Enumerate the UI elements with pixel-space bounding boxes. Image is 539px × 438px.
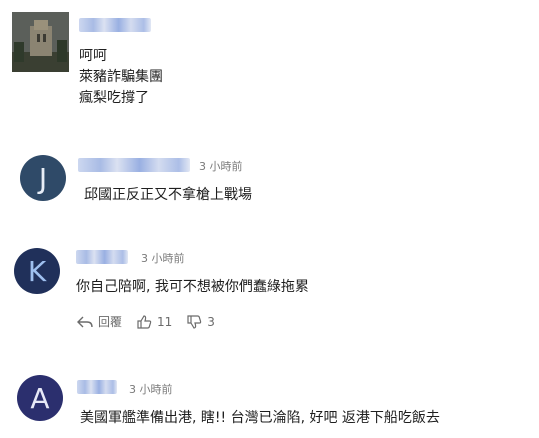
letter-avatar-icon: K — [28, 255, 47, 288]
comment-3: K 3 小時前 你自己陪啊, 我可不想被你們蠢綠拖累 回覆 11 3 — [0, 245, 539, 345]
comment-timestamp: 3 小時前 — [199, 160, 243, 173]
comment-line: 美國軍艦準備出港, 瞎!! 台灣已淪陷, 好吧 返港下船吃飯去 — [80, 410, 440, 426]
dislike-count: 3 — [207, 314, 215, 329]
user-avatar-photo[interactable] — [12, 12, 69, 72]
username-blurred — [77, 380, 117, 394]
comment-line: 呵呵 — [79, 48, 107, 64]
username-blurred — [76, 250, 128, 264]
thumbs-up-icon — [137, 314, 152, 329]
comment-actions: 回覆 11 3 — [77, 313, 229, 330]
comment-timestamp: 3 小時前 — [129, 383, 173, 396]
comment-line: 瘋梨吃撐了 — [79, 90, 149, 106]
comment-text: 你自己陪啊, 我可不想被你們蠢綠拖累 — [76, 277, 309, 298]
comment-timestamp: 3 小時前 — [141, 252, 185, 265]
like-count: 11 — [157, 314, 173, 329]
letter-avatar-icon: J — [37, 162, 47, 195]
comment-1: 呵呵 萊豬詐騙集團 瘋梨吃撐了 — [0, 0, 539, 120]
comment-text: 呵呵 萊豬詐騙集團 瘋梨吃撐了 — [79, 46, 163, 109]
user-avatar[interactable]: A — [17, 375, 63, 421]
username-blurred — [79, 18, 151, 32]
svg-text:J: J — [37, 162, 47, 195]
letter-avatar-icon: A — [30, 382, 49, 415]
user-avatar[interactable]: J — [20, 155, 66, 201]
user-avatar[interactable]: K — [14, 248, 60, 294]
reply-button[interactable]: 回覆 — [77, 313, 122, 330]
comment-2: J 3 小時前 邱國正反正又不拿槍上戰場 — [0, 150, 539, 220]
comment-text: 美國軍艦準備出港, 瞎!! 台灣已淪陷, 好吧 返港下船吃飯去 — [80, 408, 440, 429]
reply-arrow-icon — [77, 316, 93, 327]
like-button[interactable]: 11 — [136, 314, 172, 330]
thumbs-down-icon — [187, 314, 202, 329]
svg-text:A: A — [30, 382, 49, 415]
comment-text: 邱國正反正又不拿槍上戰場 — [84, 185, 252, 206]
dislike-button[interactable]: 3 — [186, 314, 215, 330]
username-blurred — [78, 158, 190, 172]
comment-line: 萊豬詐騙集團 — [79, 69, 163, 85]
comment-line: 你自己陪啊, 我可不想被你們蠢綠拖累 — [76, 279, 309, 295]
svg-text:K: K — [28, 255, 47, 288]
building-photo-icon — [12, 12, 69, 72]
reply-label: 回覆 — [98, 315, 123, 329]
comment-4: A 3 小時前 美國軍艦準備出港, 瞎!! 台灣已淪陷, 好吧 返港下船吃飯去 — [0, 372, 539, 438]
comment-line: 邱國正反正又不拿槍上戰場 — [84, 187, 252, 203]
